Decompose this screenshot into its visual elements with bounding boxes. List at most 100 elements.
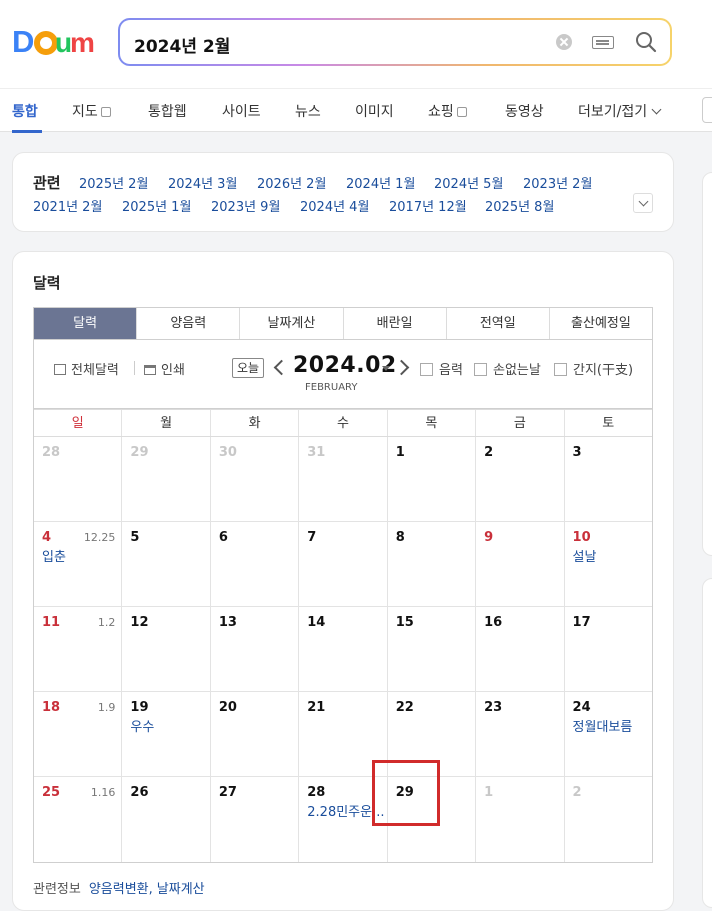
related-link[interactable]: 2024년 5월 [434, 173, 503, 192]
day-number: 3 [572, 445, 582, 460]
day-cell[interactable]: 6 [211, 522, 300, 606]
calendar-subtabs: 달력 양음력 날짜계산 배란일 전역일 출산예정일 [33, 307, 653, 340]
subtab-ovulation[interactable]: 배란일 [344, 308, 447, 339]
daum-logo[interactable]: D u m [12, 24, 98, 60]
tab-shopping[interactable]: 쇼핑 [428, 101, 467, 121]
print-icon [144, 365, 156, 375]
subtab-calendar[interactable]: 달력 [34, 308, 138, 339]
checkbox-icon [474, 363, 487, 376]
day-cell[interactable]: 24 정월대보름 [565, 692, 652, 776]
calendar-week: 18 1.9 19 우수 20 21 22 23 24 정월대보름 [34, 692, 652, 777]
tab-video[interactable]: 동영상 [505, 101, 544, 121]
tab-map[interactable]: 지도 [72, 101, 111, 121]
day-cell[interactable]: 2 [565, 777, 652, 862]
day-cell[interactable]: 11 1.2 [34, 607, 123, 691]
subtab-lunar[interactable]: 양음력 [137, 308, 241, 339]
day-number: 31 [307, 445, 326, 460]
day-number: 5 [130, 530, 140, 545]
keyboard-icon[interactable] [592, 36, 614, 49]
day-cell[interactable]: 16 [476, 607, 565, 691]
day-number: 2 [572, 785, 582, 800]
day-number: 16 [484, 615, 503, 630]
svg-text:D: D [12, 24, 34, 59]
day-cell[interactable]: 29 [122, 437, 211, 521]
tab-images[interactable]: 이미지 [355, 101, 394, 121]
day-event[interactable]: 설날 [573, 546, 597, 565]
related-link[interactable]: 2025년 2월 [79, 173, 148, 192]
today-button[interactable]: 오늘 [232, 358, 264, 378]
day-event[interactable]: 우수 [130, 716, 154, 735]
popup-icon [100, 107, 111, 117]
day-number: 23 [484, 700, 503, 715]
related-link[interactable]: 2017년 12월 [389, 196, 467, 215]
day-cell[interactable]: 8 [388, 522, 477, 606]
tab-integrated[interactable]: 통합 [12, 101, 38, 121]
day-cell[interactable]: 5 [122, 522, 211, 606]
related-link[interactable]: 2023년 2월 [523, 173, 592, 192]
subtab-discharge[interactable]: 전역일 [447, 308, 550, 339]
day-cell[interactable]: 13 [211, 607, 300, 691]
day-number: 1 [484, 785, 494, 800]
weekday-sat: 토 [602, 416, 615, 431]
lunar-convert-link[interactable]: 양음력변환, [89, 882, 153, 897]
day-cell[interactable]: 27 [211, 777, 300, 862]
day-cell[interactable]: 3 [565, 437, 652, 521]
day-cell[interactable]: 2 [476, 437, 565, 521]
search-input[interactable]: 2024년 2월 [134, 32, 230, 57]
related-link[interactable]: 2025년 1월 [122, 196, 191, 215]
day-cell[interactable]: 9 [476, 522, 565, 606]
print-button[interactable]: 인쇄 [144, 359, 185, 378]
lunar-option-label: 음력 [439, 363, 463, 378]
search-icon[interactable] [634, 30, 658, 54]
related-link[interactable]: 2026년 2월 [257, 173, 326, 192]
day-number: 12 [130, 615, 149, 630]
month-dropdown-icon[interactable] [382, 366, 390, 371]
tab-web[interactable]: 통합웹 [148, 101, 187, 121]
day-cell[interactable]: 15 [388, 607, 477, 691]
day-cell[interactable]: 20 [211, 692, 300, 776]
day-cell[interactable]: 31 [299, 437, 388, 521]
day-cell[interactable]: 1 [388, 437, 477, 521]
day-cell[interactable]: 28 [34, 437, 123, 521]
day-cell[interactable]: 4 12.25 입춘 [34, 522, 123, 606]
day-cell[interactable]: 1 [476, 777, 565, 862]
lunar-checkbox[interactable]: 음력 [420, 359, 463, 378]
full-calendar-button[interactable]: 전체달력 [54, 359, 119, 378]
day-cell[interactable]: 23 [476, 692, 565, 776]
subtab-due-date[interactable]: 출산예정일 [550, 308, 652, 339]
search-box[interactable]: 2024년 2월 [118, 18, 672, 66]
day-cell[interactable]: 18 1.9 [34, 692, 123, 776]
tab-more[interactable]: 더보기/접기 [578, 101, 662, 121]
tab-scroll-button[interactable] [702, 97, 712, 123]
related-link[interactable]: 2023년 9월 [211, 196, 280, 215]
chevron-down-icon [651, 104, 662, 115]
clear-icon[interactable] [556, 34, 572, 50]
date-calc-link[interactable]: 날짜계산 [157, 882, 205, 897]
day-cell[interactable]: 10 설날 [565, 522, 652, 606]
day-number: 18 [42, 700, 61, 715]
related-link[interactable]: 2025년 8월 [485, 196, 554, 215]
day-cell[interactable]: 30 [211, 437, 300, 521]
expand-related-button[interactable] [633, 193, 653, 213]
day-cell[interactable]: 12 [122, 607, 211, 691]
day-event[interactable]: 정월대보름 [573, 716, 633, 735]
day-number: 27 [218, 785, 237, 800]
related-link[interactable]: 2024년 3월 [168, 173, 237, 192]
tab-news[interactable]: 뉴스 [295, 101, 321, 121]
subtab-date-calc[interactable]: 날짜계산 [240, 308, 344, 339]
day-cell[interactable]: 14 [299, 607, 388, 691]
day-cell[interactable]: 7 [299, 522, 388, 606]
related-link[interactable]: 2024년 1월 [346, 173, 415, 192]
ganji-checkbox[interactable]: 간지(干支) [554, 359, 633, 378]
sonless-day-checkbox[interactable]: 손없는날 [474, 359, 541, 378]
day-number: 19 [130, 700, 149, 715]
day-cell[interactable]: 25 1.16 [34, 777, 123, 862]
day-cell[interactable]: 26 [122, 777, 211, 862]
day-cell[interactable]: 17 [565, 607, 652, 691]
related-link[interactable]: 2024년 4월 [300, 196, 369, 215]
prev-month-icon[interactable] [273, 359, 290, 376]
related-link[interactable]: 2021년 2월 [33, 196, 102, 215]
day-cell[interactable]: 19 우수 [122, 692, 211, 776]
tab-site[interactable]: 사이트 [222, 101, 261, 121]
day-event[interactable]: 입춘 [42, 546, 66, 565]
